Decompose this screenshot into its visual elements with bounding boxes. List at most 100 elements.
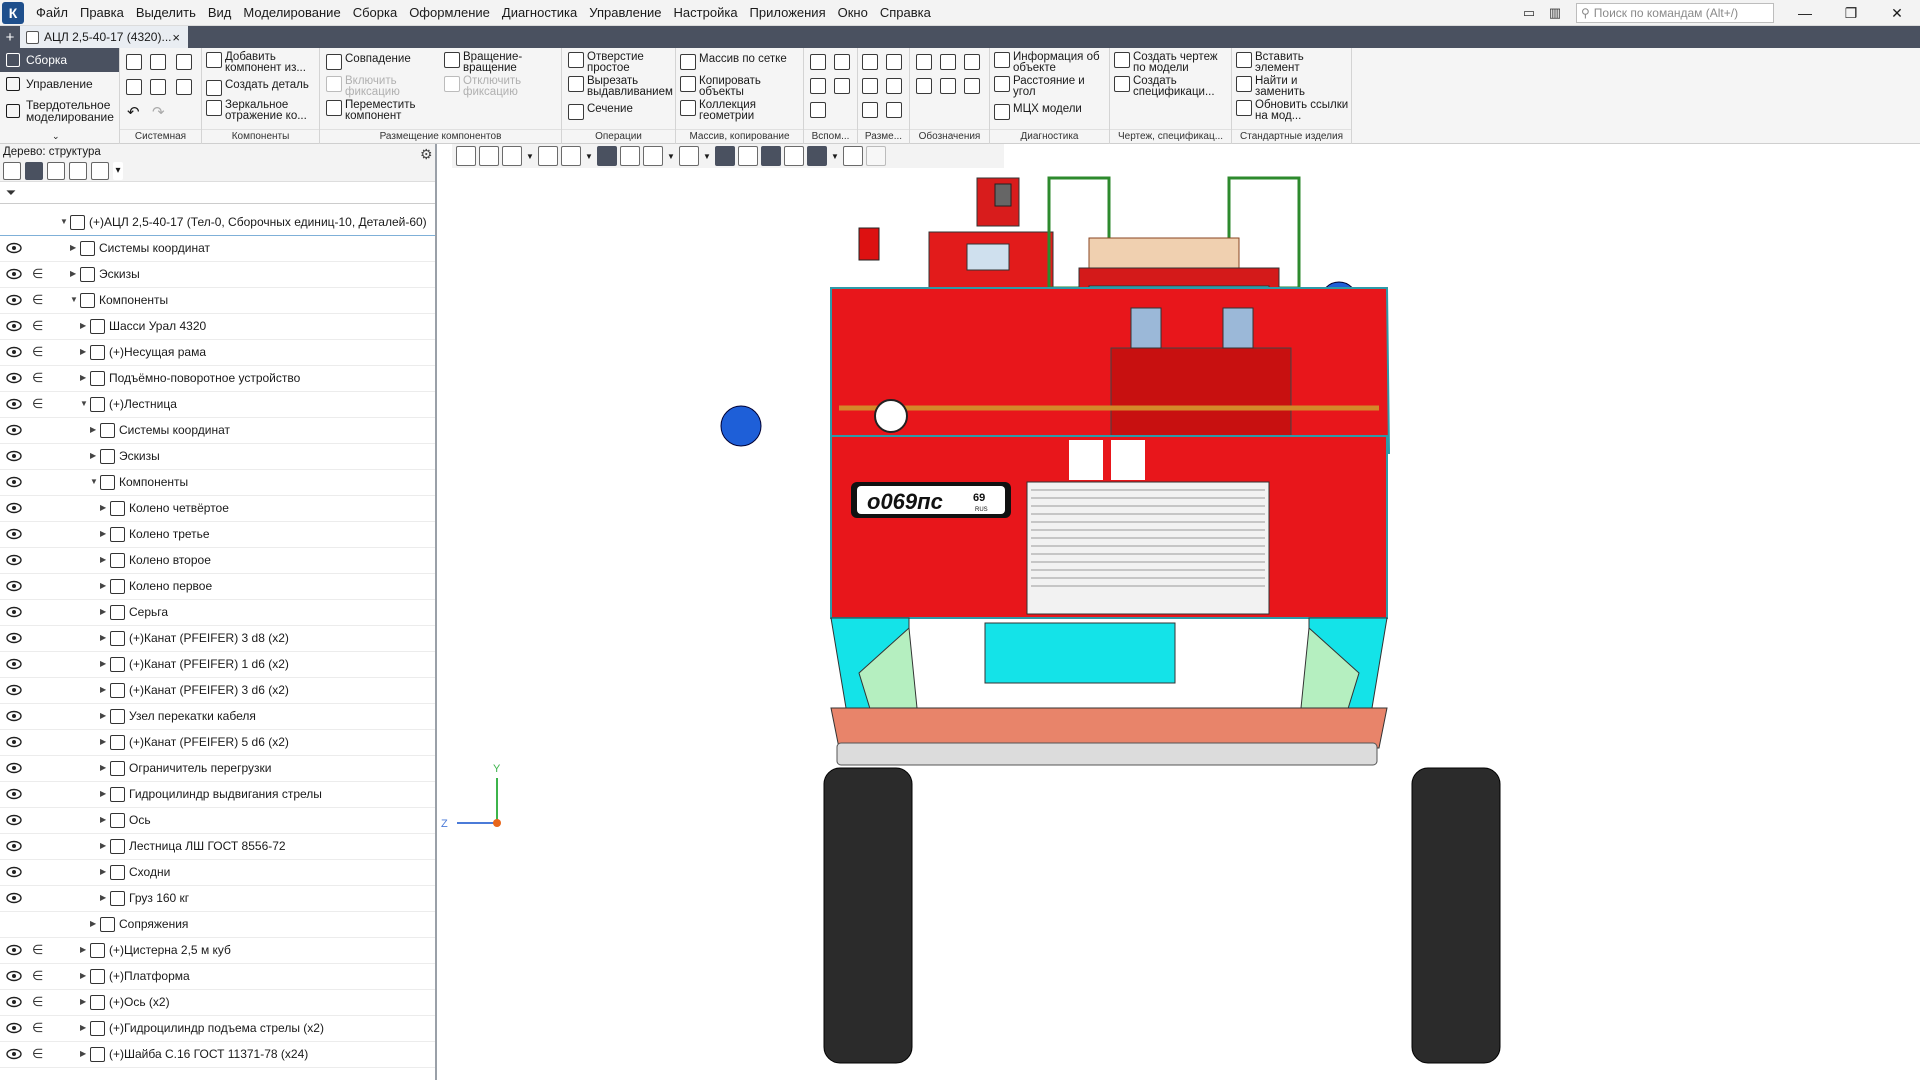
eye-icon[interactable] <box>6 658 22 670</box>
chevron-right-icon[interactable]: ▶ <box>80 997 90 1006</box>
eye-icon[interactable] <box>6 424 22 436</box>
eye-icon[interactable] <box>6 762 22 774</box>
include-icon[interactable]: ∈ <box>32 1021 44 1035</box>
chevron-down-icon[interactable]: ▼ <box>702 146 712 166</box>
chevron-right-icon[interactable]: ▶ <box>100 685 110 694</box>
eye-icon[interactable] <box>6 684 22 696</box>
copy-objects-button[interactable]: Копировать объекты <box>680 75 802 98</box>
pencil-icon[interactable] <box>866 146 886 166</box>
eye-icon[interactable] <box>6 268 22 280</box>
tree-components-icon[interactable] <box>47 161 65 180</box>
eye-icon[interactable] <box>6 346 22 358</box>
include-fix-button[interactable]: Включить фиксацию <box>326 75 436 98</box>
include-icon[interactable]: ∈ <box>32 371 44 385</box>
eye-icon[interactable] <box>6 710 22 722</box>
update-links-button[interactable]: Обновить ссылки на мод... <box>1236 99 1350 122</box>
tree-row[interactable]: ▶ (+)Канат (PFEIFER) 3 d8 (x2) <box>0 626 435 652</box>
explode-icon[interactable] <box>738 146 758 166</box>
menu-item-7[interactable]: Диагностика <box>496 0 583 26</box>
chevron-down-icon[interactable]: ▼ <box>584 146 594 166</box>
eye-icon[interactable] <box>6 476 22 488</box>
chevron-right-icon[interactable]: ▶ <box>90 451 100 460</box>
tree-structure-icon[interactable] <box>3 161 21 180</box>
perspective-icon[interactable] <box>761 146 781 166</box>
chevron-down-icon[interactable]: ▼ <box>80 399 90 408</box>
eye-icon[interactable] <box>6 1048 22 1060</box>
tree-row[interactable]: ▶ Сопряжения <box>0 912 435 938</box>
plane-icon[interactable] <box>810 54 826 70</box>
include-icon[interactable]: ∈ <box>32 293 44 307</box>
tree-search-input[interactable] <box>22 182 435 203</box>
chevron-down-icon[interactable]: ▼ <box>70 295 80 304</box>
eye-icon[interactable] <box>6 866 22 878</box>
eye-icon[interactable] <box>6 892 22 904</box>
tree-row[interactable]: ∈ ▶ (+)Платформа <box>0 964 435 990</box>
move-component-button[interactable]: Переместить компонент <box>326 99 436 122</box>
create-spec-button[interactable]: Создать спецификаци... <box>1114 75 1230 98</box>
weld-icon[interactable] <box>940 78 956 94</box>
command-search-input[interactable]: ⚲ Поиск по командам (Alt+/) <box>1576 3 1774 23</box>
tree-row[interactable]: ▶ Сходни <box>0 860 435 886</box>
create-drawing-button[interactable]: Создать чертеж по модели <box>1114 51 1230 74</box>
chevron-right-icon[interactable]: ▶ <box>100 581 110 590</box>
tree-row[interactable]: ∈ ▶ (+)Шайба С.16 ГОСТ 11371-78 (x24) <box>0 1042 435 1068</box>
tree-row[interactable]: ▶ (+)Канат (PFEIFER) 1 d6 (x2) <box>0 652 435 678</box>
tree-row[interactable]: ∈ ▶ (+)Гидроцилиндр подъема стрелы (x2) <box>0 1016 435 1042</box>
menu-item-12[interactable]: Справка <box>874 0 937 26</box>
chevron-down-icon[interactable]: ▼ <box>830 146 840 166</box>
menu-item-3[interactable]: Вид <box>202 0 238 26</box>
chevron-right-icon[interactable]: ▶ <box>100 789 110 798</box>
tree-build-icon[interactable] <box>25 161 43 180</box>
tree-row[interactable]: ▶ Серьга <box>0 600 435 626</box>
chevron-right-icon[interactable]: ▶ <box>80 1049 90 1058</box>
tree-row[interactable]: ▼ (+)АЦЛ 2,5-40-17 (Тел-0, Сборочных един… <box>0 210 435 236</box>
tree-row[interactable]: ∈ ▶ (+)Ось (x2) <box>0 990 435 1016</box>
print-icon[interactable] <box>126 79 142 95</box>
chevron-right-icon[interactable]: ▶ <box>80 945 90 954</box>
tree-row[interactable]: ∈ ▼ (+)Лестница <box>0 392 435 418</box>
filter-icon[interactable]: ⏷ <box>0 182 22 204</box>
hole-button[interactable]: Отверстие простое <box>568 51 672 74</box>
eye-icon[interactable] <box>6 944 22 956</box>
include-icon[interactable]: ∈ <box>32 943 44 957</box>
linear-dim-icon[interactable] <box>862 54 878 70</box>
include-icon[interactable]: ∈ <box>32 397 44 411</box>
mode-solid-modeling[interactable]: Твердотельное моделирование <box>0 96 119 126</box>
eye-icon[interactable] <box>6 502 22 514</box>
tree-row[interactable]: ∈ ▶ (+)Несущая рама <box>0 340 435 366</box>
array-grid-button[interactable]: Массив по сетке <box>680 53 802 70</box>
chevron-down-icon[interactable]: ▼ <box>666 146 676 166</box>
3d-viewport[interactable]: о069пс 69 RUS Y Z <box>439 168 1920 1080</box>
wireframe-icon[interactable] <box>620 146 640 166</box>
include-icon[interactable]: ∈ <box>32 1047 44 1061</box>
eye-icon[interactable] <box>6 788 22 800</box>
hide-icon[interactable] <box>643 146 663 166</box>
preview-icon[interactable] <box>150 79 166 95</box>
chevron-down-icon[interactable]: ▼ <box>60 217 70 226</box>
chevron-right-icon[interactable]: ▶ <box>100 529 110 538</box>
open-icon[interactable] <box>150 54 166 70</box>
undo-icon[interactable]: ↶ <box>127 103 140 121</box>
panels-icon[interactable]: ▥ <box>1542 2 1568 24</box>
gear-icon[interactable]: ⚙ <box>420 146 436 162</box>
eye-icon[interactable] <box>6 996 22 1008</box>
eye-icon[interactable] <box>6 398 22 410</box>
mark-icon[interactable] <box>964 78 980 94</box>
cut-extrude-button[interactable]: Вырезать выдавливанием <box>568 75 673 98</box>
point-icon[interactable] <box>810 78 826 94</box>
angle-dim-icon[interactable] <box>862 78 878 94</box>
layout-icon[interactable]: ▭ <box>1516 2 1542 24</box>
info-object-button[interactable]: Информация об объекте <box>994 51 1108 74</box>
chevron-right-icon[interactable]: ▶ <box>100 893 110 902</box>
include-icon[interactable]: ∈ <box>32 345 44 359</box>
tree-row[interactable]: ▶ Колено первое <box>0 574 435 600</box>
section-view-icon[interactable] <box>715 146 735 166</box>
app-logo-icon[interactable]: К <box>2 1 24 24</box>
eye-icon[interactable] <box>6 242 22 254</box>
eye-icon[interactable] <box>6 970 22 982</box>
chevron-right-icon[interactable]: ▶ <box>90 425 100 434</box>
new-doc-icon[interactable] <box>126 54 142 70</box>
radial-dim-icon[interactable] <box>886 54 902 70</box>
expand-chevron-icon[interactable]: ⌄ <box>52 131 60 142</box>
tree-row[interactable]: ▶ Колено третье <box>0 522 435 548</box>
